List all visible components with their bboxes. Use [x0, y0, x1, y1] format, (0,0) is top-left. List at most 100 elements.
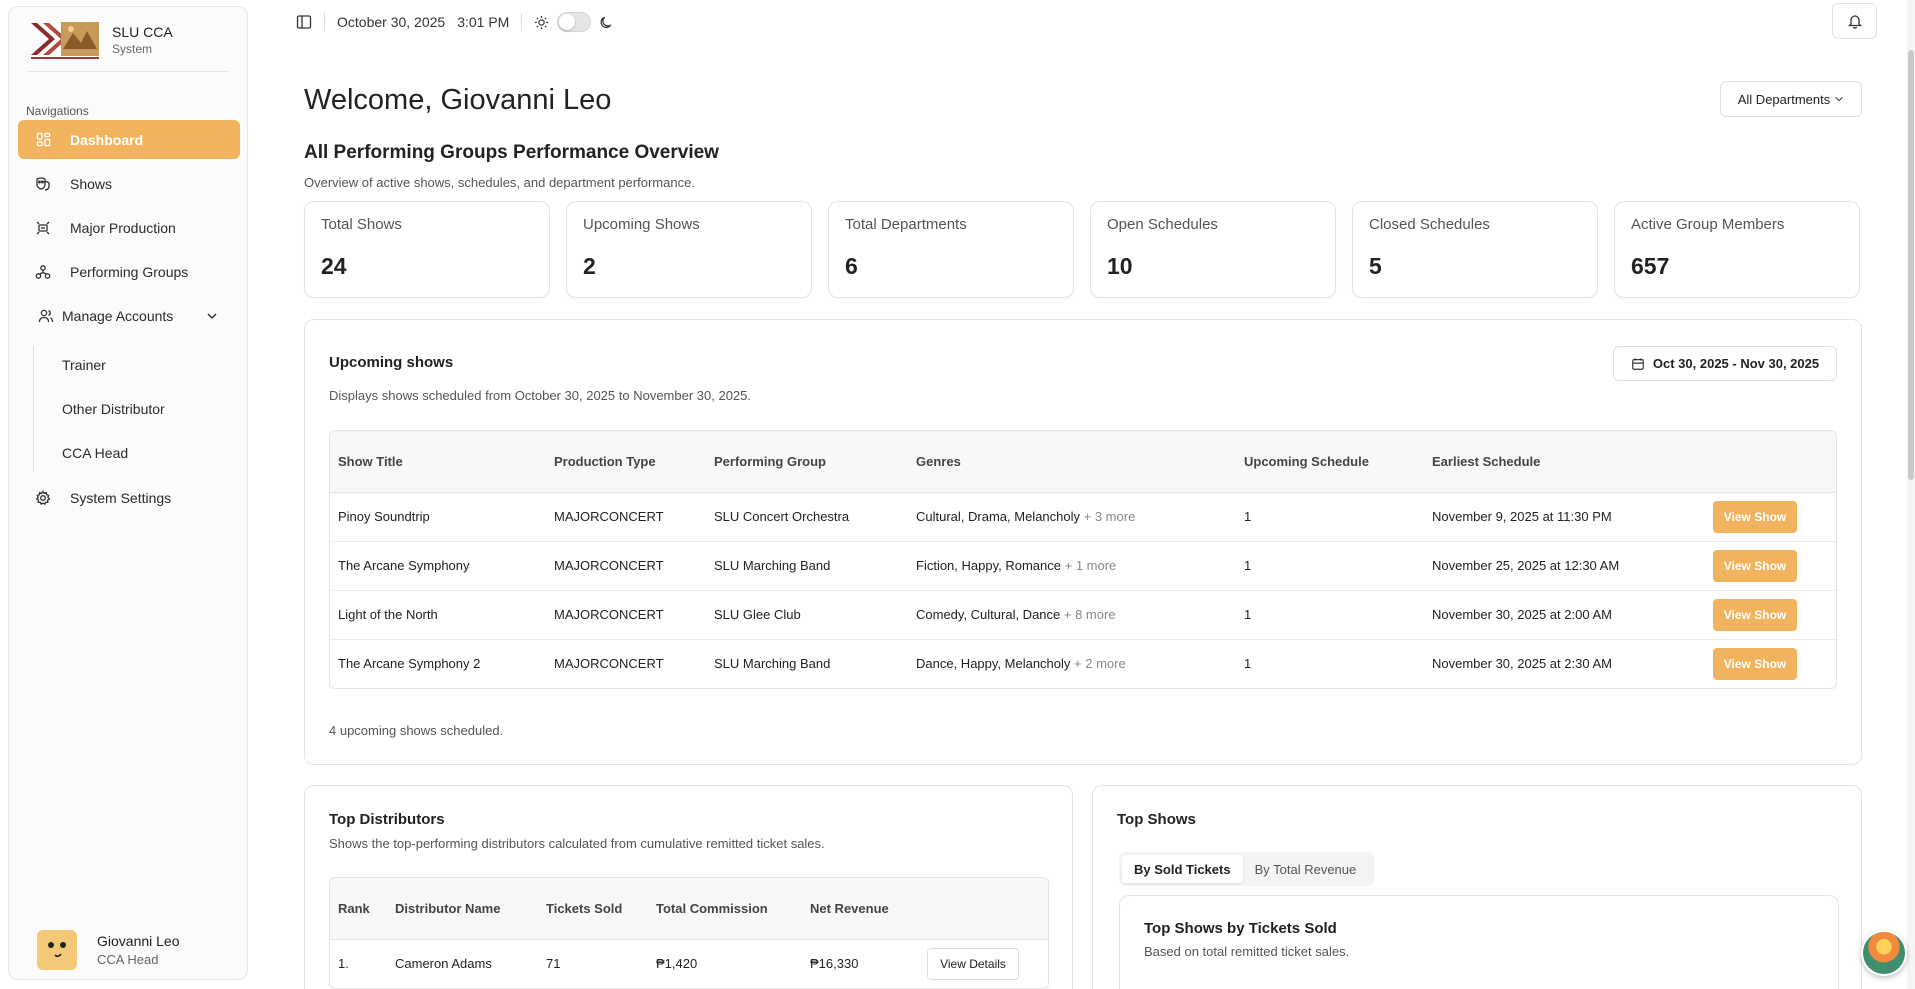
- column-header[interactable]: Net Revenue: [802, 878, 919, 940]
- distributors-table: Rank Distributor Name Tickets Sold Total…: [329, 877, 1049, 989]
- column-header[interactable]: Genres: [908, 431, 1236, 493]
- action-cell: View Show: [1705, 590, 1836, 640]
- stat-label: Upcoming Shows: [583, 216, 700, 233]
- sidebar-item-label: Dashboard: [70, 131, 144, 148]
- date-range-button[interactable]: Oct 30, 2025 - Nov 30, 2025: [1613, 346, 1837, 381]
- upcoming-schedule: 1: [1244, 656, 1252, 672]
- stat-value: 2: [583, 253, 596, 279]
- sidebar-item-shows[interactable]: Shows: [18, 164, 240, 203]
- column-header[interactable]: Distributor Name: [387, 878, 538, 940]
- genres-cell: Fiction, Happy, Romance + 1 more: [908, 541, 1236, 591]
- stat-card-upcoming-shows: Upcoming Shows 2: [566, 201, 812, 298]
- column-header[interactable]: Production Type: [546, 431, 706, 493]
- brand-name: SLU CCA: [112, 24, 173, 40]
- tickets-sold: 71: [546, 956, 561, 972]
- production-type: MAJORCONCERT: [546, 492, 706, 542]
- stat-card-total-shows: Total Shows 24: [304, 201, 550, 298]
- stat-value: 6: [845, 253, 858, 279]
- column-header[interactable]: Upcoming Schedule: [1236, 431, 1424, 493]
- inner-card-subtitle: Based on total remitted ticket sales.: [1144, 944, 1350, 959]
- column-header: [919, 878, 1048, 940]
- table-row: 1. Cameron Adams 71 ₱1,420 ₱16,330 View …: [330, 939, 1048, 988]
- stat-card-active-members: Active Group Members 657: [1614, 201, 1860, 298]
- column-header[interactable]: Tickets Sold: [538, 878, 648, 940]
- sidebar-item-label: System Settings: [70, 489, 172, 506]
- notifications-button[interactable]: [1832, 3, 1877, 39]
- more-genres: + 1 more: [1064, 558, 1117, 573]
- table-row: Pinoy Soundtrip MAJORCONCERT SLU Concert…: [330, 492, 1836, 542]
- chevron-down-icon[interactable]: [206, 309, 218, 325]
- calendar-icon: [1631, 357, 1653, 371]
- welcome-heading: Welcome, Giovanni Leo: [304, 84, 612, 116]
- sidebar-toggle-icon[interactable]: [296, 14, 312, 30]
- chevron-down-icon: [1834, 94, 1844, 104]
- view-show-button[interactable]: View Show: [1713, 549, 1797, 582]
- stat-label: Closed Schedules: [1369, 216, 1490, 233]
- upcoming-count: 4 upcoming shows scheduled.: [329, 723, 504, 738]
- shows-icon: [35, 176, 51, 192]
- tab-by-sold-tickets[interactable]: By Sold Tickets: [1122, 855, 1243, 883]
- sidebar-item-performing-groups[interactable]: Performing Groups: [18, 252, 240, 291]
- floating-app-logo[interactable]: [1861, 930, 1907, 976]
- stat-value: 657: [1631, 253, 1670, 279]
- inner-card-title: Top Shows by Tickets Sold: [1144, 920, 1337, 937]
- column-header[interactable]: Earliest Schedule: [1424, 431, 1705, 493]
- sidebar-item-major-production[interactable]: Major Production: [18, 208, 240, 247]
- dashboard-icon: [35, 132, 51, 148]
- performing-group: SLU Glee Club: [706, 590, 908, 640]
- production-type: MAJORCONCERT: [554, 656, 664, 672]
- column-header[interactable]: Rank: [330, 878, 387, 940]
- column-header[interactable]: Performing Group: [706, 431, 908, 493]
- view-show-button[interactable]: View Show: [1713, 647, 1797, 680]
- sidebar: SLU CCA System Navigations Dashboard Sho…: [8, 6, 248, 980]
- stat-card-total-departments: Total Departments 6: [828, 201, 1074, 298]
- more-genres: + 8 more: [1063, 607, 1116, 622]
- user-profile[interactable]: Giovanni Leo CCA Head: [37, 930, 180, 970]
- sidebar-subitem-cca-head[interactable]: CCA Head: [62, 445, 128, 461]
- sidebar-item-manage-accounts[interactable]: Manage Accounts: [18, 296, 240, 335]
- sidebar-item-label: Manage Accounts: [62, 307, 174, 324]
- card-title: Top Distributors: [329, 811, 445, 828]
- sidebar-item-system-settings[interactable]: System Settings: [18, 478, 240, 517]
- submenu-rail: [33, 346, 34, 472]
- production-type: MAJORCONCERT: [546, 590, 706, 640]
- bell-icon: [1847, 13, 1863, 29]
- show-title: The Arcane Symphony 2: [338, 656, 481, 672]
- column-header: [1705, 431, 1836, 493]
- nav-heading: Navigations: [26, 104, 89, 118]
- genres: Fiction, Happy, Romance: [916, 558, 1061, 573]
- column-header[interactable]: Total Commission: [648, 878, 802, 940]
- sidebar-item-dashboard[interactable]: Dashboard: [18, 120, 240, 159]
- genres: Cultural, Drama, Melancholy: [916, 509, 1081, 524]
- avatar: [37, 930, 77, 970]
- scrollbar-thumb[interactable]: [1908, 50, 1914, 480]
- performing-group: SLU Marching Band: [714, 656, 831, 672]
- tab-by-total-revenue[interactable]: By Total Revenue: [1243, 855, 1369, 883]
- department-select[interactable]: All Departments: [1720, 81, 1862, 117]
- brand[interactable]: SLU CCA System: [27, 19, 173, 61]
- stat-label: Active Group Members: [1631, 216, 1785, 233]
- view-show-button[interactable]: View Show: [1713, 598, 1797, 631]
- users-icon: [38, 308, 54, 324]
- divider: [324, 13, 325, 31]
- action-cell: View Show: [1705, 492, 1836, 542]
- column-header[interactable]: Show Title: [330, 431, 546, 493]
- more-genres: + 3 more: [1083, 509, 1136, 524]
- scrollbar[interactable]: [1907, 0, 1915, 989]
- stat-label: Open Schedules: [1107, 216, 1218, 233]
- gear-icon: [35, 489, 51, 506]
- card-subtitle: Displays shows scheduled from October 30…: [329, 388, 752, 403]
- table-row: The Arcane Symphony MAJORCONCERT SLU Mar…: [330, 541, 1836, 591]
- show-title: Pinoy Soundtrip: [330, 492, 546, 542]
- brand-subtitle: System: [112, 42, 153, 56]
- view-show-button[interactable]: View Show: [1713, 500, 1797, 533]
- total-commission: ₱1,420: [656, 956, 698, 972]
- sidebar-subitem-other-distributor[interactable]: Other Distributor: [62, 401, 165, 417]
- theme-toggle[interactable]: [557, 12, 592, 32]
- stat-label: Total Departments: [845, 216, 967, 233]
- sidebar-subitem-trainer[interactable]: Trainer: [62, 357, 106, 373]
- view-details-button[interactable]: View Details: [927, 947, 1019, 980]
- card-title: Upcoming shows: [329, 354, 454, 371]
- stat-label: Total Shows: [321, 216, 402, 233]
- top-shows-tabs: By Sold Tickets By Total Revenue: [1119, 852, 1374, 886]
